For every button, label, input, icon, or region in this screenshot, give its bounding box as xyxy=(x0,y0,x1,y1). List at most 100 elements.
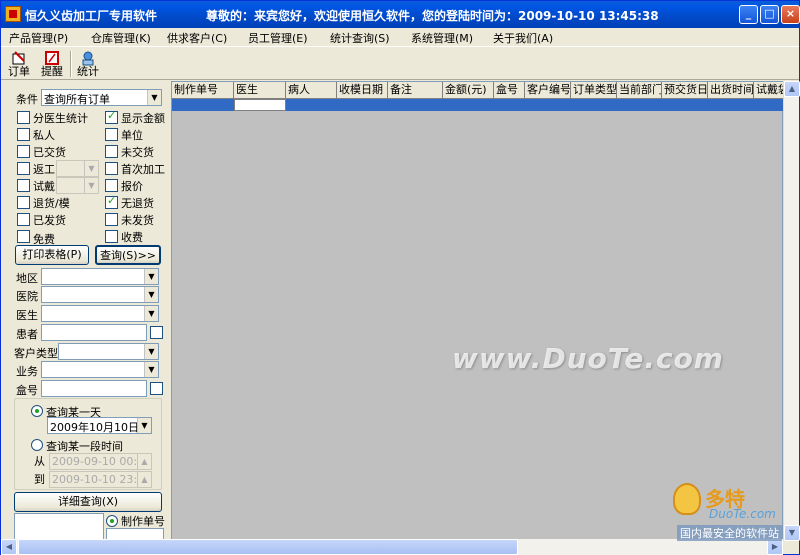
app-window: 恒久义齿加工厂专用软件 尊敬的：来宾您好，欢迎使用恒久软件，您的登陆时间为：20… xyxy=(0,0,800,555)
col-patient[interactable]: 病人 xyxy=(286,82,337,99)
query-day-picker[interactable]: 2009年10月10日 ▼ xyxy=(47,417,152,434)
condition-select-value: 查询所有订单 xyxy=(44,93,110,106)
col-try-on-bag[interactable]: 试戴袋 xyxy=(754,82,784,99)
order-no-label: 制作单号 xyxy=(121,515,165,528)
detail-query-button[interactable]: 详细查询(X) xyxy=(14,492,162,512)
range-from-picker[interactable]: 2009-09-10 00:00 ▲ xyxy=(49,453,152,470)
checkbox-rework[interactable] xyxy=(17,162,30,175)
checkbox-show-amount[interactable] xyxy=(105,109,118,124)
close-button[interactable]: × xyxy=(781,5,800,24)
checkbox-undelivered-label: 未交货 xyxy=(121,146,154,159)
rework-select[interactable]: ▼ xyxy=(56,160,99,177)
window-title: 恒久义齿加工厂专用软件 xyxy=(25,9,158,23)
duote-logo: 多特 DuoTe.com 国内最安全的软件站 xyxy=(669,479,799,541)
vertical-scrollbar[interactable]: ▲ ▼ xyxy=(783,81,800,541)
checkbox-no-return-label: 无退货 xyxy=(121,197,154,210)
stats-button[interactable]: 统计 xyxy=(73,49,103,79)
patient-input[interactable] xyxy=(41,324,147,341)
checkbox-delivered[interactable] xyxy=(17,145,30,158)
print-table-button[interactable]: 打印表格(P) xyxy=(15,245,89,265)
col-box-no[interactable]: 盒号 xyxy=(494,82,525,99)
filter-panel: 条件 查询所有订单 ▼ 分医生统计 显示金额 私人 单位 已交货 未交货 返工 … xyxy=(1,81,169,541)
spinner-icon: ▲ xyxy=(137,454,151,469)
order-label: 订单 xyxy=(8,65,30,78)
checkbox-charged[interactable] xyxy=(105,230,118,243)
doctor-select[interactable]: ▼ xyxy=(41,305,159,322)
title-bar[interactable]: 恒久义齿加工厂专用软件 尊敬的：来宾您好，欢迎使用恒久软件，您的登陆时间为：20… xyxy=(1,1,800,28)
horizontal-scroll-thumb[interactable] xyxy=(18,539,518,555)
order-grid[interactable]: 制作单号 医生 病人 收模日期 备注 金额(元) 盒号 客户编号 订单类型 当前… xyxy=(171,81,784,541)
toolbar: 订单 提醒 统计 xyxy=(1,46,799,80)
order-button[interactable]: 订单 xyxy=(4,49,34,79)
horizontal-scrollbar[interactable]: ◀ ▶ xyxy=(1,539,783,555)
from-label: 从 xyxy=(34,455,45,468)
col-order-type[interactable]: 订单类型 xyxy=(571,82,617,99)
checkbox-shipped[interactable] xyxy=(17,213,30,226)
col-received-date[interactable]: 收模日期 xyxy=(337,82,388,99)
box-no-input[interactable] xyxy=(41,380,147,397)
query-button[interactable]: 查询(S)>> xyxy=(95,245,161,265)
menu-product[interactable]: 产品管理(P) xyxy=(9,30,68,46)
menu-system[interactable]: 系统管理(M) xyxy=(411,30,473,46)
col-amount[interactable]: 金额(元) xyxy=(443,82,494,99)
table-cell-edit[interactable] xyxy=(234,99,286,111)
col-customer-no[interactable]: 客户编号 xyxy=(525,82,571,99)
checkbox-return-label: 退货/模 xyxy=(33,197,70,210)
scroll-up-icon[interactable]: ▲ xyxy=(784,81,800,97)
scroll-right-icon[interactable]: ▶ xyxy=(767,539,783,555)
minimize-button[interactable]: _ xyxy=(739,5,758,24)
col-ship-time[interactable]: 出货时间 xyxy=(708,82,754,99)
col-doctor[interactable]: 医生 xyxy=(234,82,286,99)
checkbox-unshipped[interactable] xyxy=(105,213,118,226)
condition-select[interactable]: 查询所有订单 ▼ xyxy=(41,89,162,106)
hospital-label: 医院 xyxy=(16,290,38,303)
logo-tagline: 国内最安全的软件站 xyxy=(677,525,782,541)
query-day-value: 2009年10月10日 xyxy=(50,421,139,434)
menu-customers[interactable]: 供求客户(C) xyxy=(167,30,227,46)
scroll-left-icon[interactable]: ◀ xyxy=(1,539,17,555)
checkbox-quote[interactable] xyxy=(105,179,118,192)
region-select[interactable]: ▼ xyxy=(41,268,159,285)
box-no-label: 盒号 xyxy=(16,384,38,397)
logo-sub-text: DuoTe.com xyxy=(709,507,776,521)
remind-label: 提醒 xyxy=(41,65,63,78)
col-remark[interactable]: 备注 xyxy=(388,82,443,99)
checkbox-rework-label: 返工 xyxy=(33,163,55,176)
maximize-button[interactable]: □ xyxy=(760,5,779,24)
radio-query-day[interactable] xyxy=(31,405,43,417)
chevron-down-icon: ▼ xyxy=(144,362,158,377)
radio-order-no[interactable] xyxy=(106,515,118,527)
checkbox-by-doctor[interactable] xyxy=(17,111,30,124)
menu-staff[interactable]: 员工管理(E) xyxy=(248,30,308,46)
checkbox-return[interactable] xyxy=(17,196,30,209)
radio-query-range[interactable] xyxy=(31,439,43,451)
spinner-icon: ▲ xyxy=(137,472,151,487)
checkbox-try-on[interactable] xyxy=(17,179,30,192)
hospital-select[interactable]: ▼ xyxy=(41,286,159,303)
col-order-no[interactable]: 制作单号 xyxy=(172,82,234,99)
checkbox-no-return[interactable] xyxy=(105,194,118,209)
business-label: 业务 xyxy=(16,365,38,378)
order-icon xyxy=(12,51,25,65)
col-expected-delivery[interactable]: 预交货日 xyxy=(662,82,708,99)
try-on-select[interactable]: ▼ xyxy=(56,177,99,194)
checkbox-private[interactable] xyxy=(17,128,30,141)
col-current-dept[interactable]: 当前部门 xyxy=(617,82,662,99)
remind-button[interactable]: 提醒 xyxy=(37,49,67,79)
checkbox-unit[interactable] xyxy=(105,128,118,141)
range-to-picker[interactable]: 2009-10-10 23:59 ▲ xyxy=(49,471,152,488)
checkbox-patient-exact[interactable] xyxy=(150,326,163,339)
menu-about[interactable]: 关于我们(A) xyxy=(493,30,553,46)
checkbox-free[interactable] xyxy=(17,230,30,243)
region-label: 地区 xyxy=(16,272,38,285)
login-status: 尊敬的：来宾您好，欢迎使用恒久软件，您的登陆时间为：2009-10-10 13:… xyxy=(206,9,659,23)
menu-warehouse[interactable]: 仓库管理(K) xyxy=(91,30,151,46)
checkbox-box-no-exact[interactable] xyxy=(150,382,163,395)
checkbox-first-process[interactable] xyxy=(105,162,118,175)
business-select[interactable]: ▼ xyxy=(41,361,159,378)
checkbox-undelivered[interactable] xyxy=(105,145,118,158)
customer-type-select[interactable]: ▼ xyxy=(58,343,159,360)
result-list-box[interactable] xyxy=(14,513,104,541)
menu-stats-query[interactable]: 统计查询(S) xyxy=(330,30,390,46)
chevron-down-icon: ▼ xyxy=(144,287,158,302)
